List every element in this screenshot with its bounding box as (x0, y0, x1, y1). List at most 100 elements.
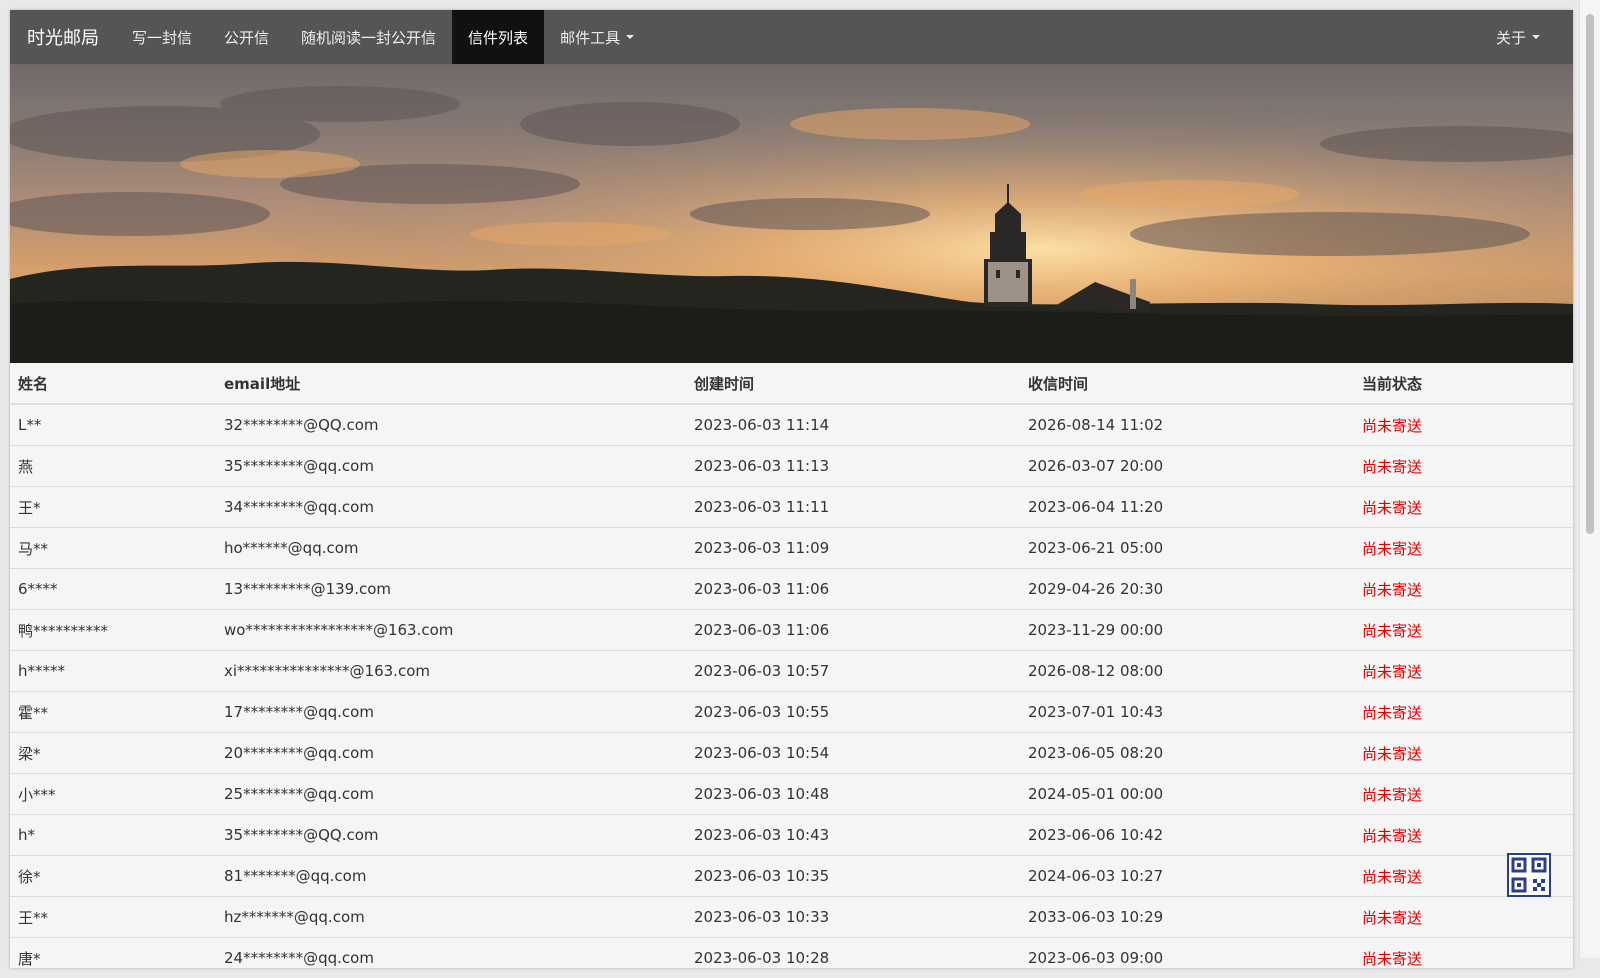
header-status: 当前状态 (1354, 363, 1573, 405)
cell-email: 20********@qq.com (216, 732, 686, 774)
cell-status: 尚未寄送 (1354, 732, 1573, 774)
cell-receive-time: 2023-06-05 08:20 (1020, 732, 1354, 774)
cell-created-time: 2023-06-03 11:14 (686, 403, 1020, 446)
cell-created-time: 2023-06-03 11:06 (686, 568, 1020, 610)
cell-receive-time: 2026-08-12 08:00 (1020, 650, 1354, 692)
cell-email: 25********@qq.com (216, 773, 686, 815)
cell-created-time: 2023-06-03 10:57 (686, 650, 1020, 692)
cell-receive-time: 2023-06-04 11:20 (1020, 486, 1354, 528)
cell-status: 尚未寄送 (1354, 609, 1573, 651)
nav-mail-tools-label: 邮件工具 (560, 28, 621, 47)
cell-receive-time: 2033-06-03 10:29 (1020, 896, 1354, 938)
cell-created-time: 2023-06-03 11:11 (686, 486, 1020, 528)
cell-name: 鸭********** (10, 609, 216, 651)
header-email: email地址 (216, 363, 686, 405)
cell-name: 王** (10, 896, 216, 938)
cell-created-time: 2023-06-03 10:54 (686, 732, 1020, 774)
cell-email: 13*********@139.com (216, 568, 686, 610)
cell-receive-time: 2023-07-01 10:43 (1020, 691, 1354, 733)
cell-name: L** (10, 403, 216, 446)
cell-receive-time: 2029-04-26 20:30 (1020, 568, 1354, 610)
cell-email: 81*******@qq.com (216, 855, 686, 897)
cell-name: h***** (10, 650, 216, 692)
scrollbar-thumb[interactable] (1586, 14, 1594, 534)
cell-status: 尚未寄送 (1354, 937, 1573, 968)
cell-email: 24********@qq.com (216, 937, 686, 968)
table-header-row: 姓名 email地址 创建时间 收信时间 当前状态 (10, 363, 1573, 405)
cell-created-time: 2023-06-03 11:06 (686, 609, 1020, 651)
cell-email: hz*******@qq.com (216, 896, 686, 938)
nav-mail-tools-dropdown[interactable]: 邮件工具 (544, 10, 650, 64)
table-row: 霍** 17********@qq.com 2023-06-03 10:55 2… (10, 691, 1573, 733)
cell-name: 徐* (10, 855, 216, 897)
table-row: 6**** 13*********@139.com 2023-06-03 11:… (10, 568, 1573, 610)
brand-link[interactable]: 时光邮局 (10, 10, 116, 64)
nav-random-public-letter[interactable]: 随机阅读一封公开信 (285, 10, 452, 64)
cell-status: 尚未寄送 (1354, 486, 1573, 528)
cell-email: 35********@QQ.com (216, 814, 686, 856)
top-navbar: 时光邮局 写一封信 公开信 随机阅读一封公开信 信件列表 邮件工具 关于 (10, 10, 1573, 64)
nav-write-letter[interactable]: 写一封信 (116, 10, 208, 64)
table-row: L** 32********@QQ.com 2023-06-03 11:14 2… (10, 403, 1573, 446)
table-row: 马** ho******@qq.com 2023-06-03 11:09 202… (10, 527, 1573, 569)
header-created-time: 创建时间 (686, 363, 1020, 405)
lighthouse-sunset-illustration (10, 64, 1573, 363)
cell-receive-time: 2023-11-29 00:00 (1020, 609, 1354, 651)
cell-receive-time: 2026-08-14 11:02 (1020, 403, 1354, 446)
table-row: 王** hz*******@qq.com 2023-06-03 10:33 20… (10, 896, 1573, 938)
cell-name: 霍** (10, 691, 216, 733)
cell-name: 唐* (10, 937, 216, 968)
cell-name: 6**** (10, 568, 216, 610)
table-row: 梁* 20********@qq.com 2023-06-03 10:54 20… (10, 732, 1573, 774)
cell-receive-time: 2023-06-21 05:00 (1020, 527, 1354, 569)
cell-status: 尚未寄送 (1354, 773, 1573, 815)
caret-down-icon (1532, 35, 1540, 39)
cell-created-time: 2023-06-03 10:43 (686, 814, 1020, 856)
cell-name: 小*** (10, 773, 216, 815)
nav-about-label: 关于 (1495, 28, 1526, 47)
cell-receive-time: 2023-06-06 10:42 (1020, 814, 1354, 856)
cell-created-time: 2023-06-03 11:09 (686, 527, 1020, 569)
vertical-scrollbar[interactable] (1579, 0, 1600, 958)
cell-status: 尚未寄送 (1354, 814, 1573, 856)
cell-receive-time: 2023-06-03 09:00 (1020, 937, 1354, 968)
cell-receive-time: 2026-03-07 20:00 (1020, 445, 1354, 487)
cell-created-time: 2023-06-03 11:13 (686, 445, 1020, 487)
cell-name: 王* (10, 486, 216, 528)
header-name: 姓名 (10, 363, 216, 405)
table-row: 唐* 24********@qq.com 2023-06-03 10:28 20… (10, 937, 1573, 968)
cell-created-time: 2023-06-03 10:33 (686, 896, 1020, 938)
cell-email: 35********@qq.com (216, 445, 686, 487)
cell-receive-time: 2024-05-01 00:00 (1020, 773, 1354, 815)
cell-name: h* (10, 814, 216, 856)
cell-created-time: 2023-06-03 10:48 (686, 773, 1020, 815)
cell-receive-time: 2024-06-03 10:27 (1020, 855, 1354, 897)
qr-code-button[interactable] (1507, 853, 1551, 897)
table-row: 徐* 81*******@qq.com 2023-06-03 10:35 202… (10, 855, 1573, 897)
nav-public-letters[interactable]: 公开信 (208, 10, 285, 64)
nav-about-dropdown[interactable]: 关于 (1480, 10, 1573, 64)
cell-status: 尚未寄送 (1354, 403, 1573, 446)
table-row: h* 35********@QQ.com 2023-06-03 10:43 20… (10, 814, 1573, 856)
nav-letter-list[interactable]: 信件列表 (452, 10, 545, 64)
cell-email: wo*****************@163.com (216, 609, 686, 651)
table-row: h***** xi***************@163.com 2023-06… (10, 650, 1573, 692)
table-row: 鸭********** wo*****************@163.com … (10, 609, 1573, 651)
cell-email: 32********@QQ.com (216, 403, 686, 446)
caret-down-icon (626, 35, 635, 39)
letter-list-table: 姓名 email地址 创建时间 收信时间 当前状态 L** 32********… (10, 363, 1573, 968)
header-receive-time: 收信时间 (1020, 363, 1354, 405)
qr-code-icon (1511, 857, 1547, 893)
cell-name: 梁* (10, 732, 216, 774)
cell-name: 马** (10, 527, 216, 569)
cell-email: 17********@qq.com (216, 691, 686, 733)
cell-created-time: 2023-06-03 10:55 (686, 691, 1020, 733)
cell-status: 尚未寄送 (1354, 896, 1573, 938)
table-row: 小*** 25********@qq.com 2023-06-03 10:48 … (10, 773, 1573, 815)
cell-email: xi***************@163.com (216, 650, 686, 692)
table-row: 燕 35********@qq.com 2023-06-03 11:13 202… (10, 445, 1573, 487)
cell-status: 尚未寄送 (1354, 445, 1573, 487)
cell-status: 尚未寄送 (1354, 568, 1573, 610)
cell-email: 34********@qq.com (216, 486, 686, 528)
